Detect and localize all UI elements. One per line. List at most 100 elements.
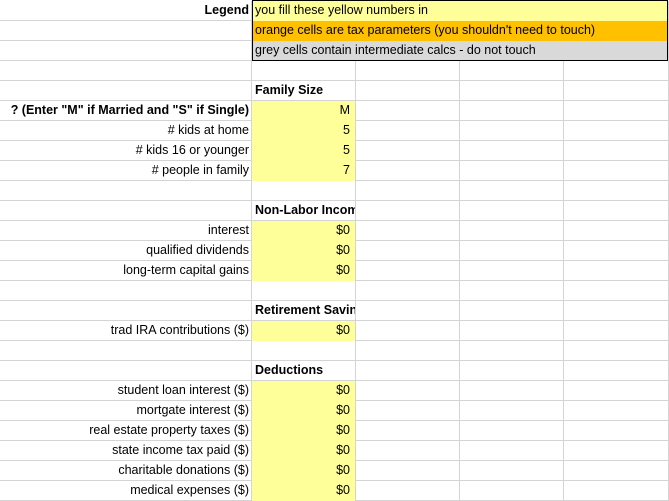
empty-cell[interactable] [460, 61, 564, 81]
interest-input[interactable]: $0 [252, 221, 356, 241]
marital-status-input[interactable]: M [252, 101, 356, 121]
empty-cell[interactable] [356, 241, 460, 261]
empty-cell[interactable] [564, 201, 669, 221]
empty-cell[interactable] [0, 341, 252, 361]
empty-cell[interactable] [564, 81, 669, 101]
deductions-heading[interactable]: Deductions [252, 361, 356, 381]
empty-cell[interactable] [0, 81, 252, 101]
empty-cell[interactable] [356, 261, 460, 281]
empty-cell[interactable] [460, 141, 564, 161]
empty-cell[interactable] [460, 361, 564, 381]
empty-cell[interactable] [564, 321, 669, 341]
empty-cell[interactable] [356, 341, 460, 361]
empty-cell[interactable] [460, 241, 564, 261]
empty-cell[interactable] [356, 201, 460, 221]
kids-16-input[interactable]: 5 [252, 141, 356, 161]
ira-contributions-label[interactable]: trad IRA contributions ($) [0, 321, 252, 341]
empty-cell[interactable] [356, 161, 460, 181]
empty-cell[interactable] [356, 461, 460, 481]
empty-cell[interactable] [356, 441, 460, 461]
empty-cell[interactable] [460, 161, 564, 181]
empty-cell[interactable] [460, 381, 564, 401]
student-loan-label[interactable]: student loan interest ($) [0, 381, 252, 401]
empty-cell[interactable] [460, 201, 564, 221]
empty-cell[interactable] [564, 241, 669, 261]
state-income-tax-label[interactable]: state income tax paid ($) [0, 441, 252, 461]
marital-status-label[interactable]: ? (Enter "M" if Married and "S" if Singl… [0, 101, 252, 121]
interest-label[interactable]: interest [0, 221, 252, 241]
empty-cell[interactable] [252, 341, 356, 361]
nonlabor-income-heading[interactable]: Non-Labor Income [252, 201, 356, 221]
empty-cell[interactable] [460, 101, 564, 121]
empty-cell[interactable] [460, 441, 564, 461]
people-in-family-label[interactable]: # people in family [0, 161, 252, 181]
empty-cell[interactable] [356, 81, 460, 101]
empty-cell[interactable] [564, 281, 669, 301]
mortgage-interest-label[interactable]: mortgate interest ($) [0, 401, 252, 421]
empty-cell[interactable] [564, 61, 669, 81]
property-taxes-input[interactable]: $0 [252, 421, 356, 441]
empty-cell[interactable] [0, 361, 252, 381]
empty-cell[interactable] [460, 181, 564, 201]
empty-cell[interactable] [460, 401, 564, 421]
ira-contributions-input[interactable]: $0 [252, 321, 356, 341]
empty-cell[interactable] [564, 261, 669, 281]
qualified-dividends-label[interactable]: qualified dividends [0, 241, 252, 261]
empty-cell[interactable] [252, 61, 356, 81]
empty-cell[interactable] [252, 281, 356, 301]
empty-cell[interactable] [356, 61, 460, 81]
empty-cell[interactable] [564, 101, 669, 121]
empty-cell[interactable] [356, 121, 460, 141]
retirement-savings-heading[interactable]: Retirement Savings [252, 301, 356, 321]
empty-cell[interactable] [564, 141, 669, 161]
empty-cell[interactable] [356, 401, 460, 421]
capital-gains-input[interactable]: $0 [252, 261, 356, 281]
empty-cell[interactable] [356, 181, 460, 201]
empty-cell[interactable] [356, 361, 460, 381]
empty-cell[interactable] [564, 181, 669, 201]
empty-cell[interactable] [564, 401, 669, 421]
empty-cell[interactable] [564, 461, 669, 481]
empty-cell[interactable] [460, 321, 564, 341]
state-income-tax-input[interactable]: $0 [252, 441, 356, 461]
empty-cell[interactable] [356, 221, 460, 241]
empty-cell[interactable] [0, 41, 252, 61]
empty-cell[interactable] [356, 481, 460, 501]
empty-cell[interactable] [356, 381, 460, 401]
empty-cell[interactable] [252, 181, 356, 201]
empty-cell[interactable] [356, 141, 460, 161]
empty-cell[interactable] [460, 341, 564, 361]
property-taxes-label[interactable]: real estate property taxes ($) [0, 421, 252, 441]
empty-cell[interactable] [564, 441, 669, 461]
empty-cell[interactable] [356, 421, 460, 441]
empty-cell[interactable] [564, 341, 669, 361]
charitable-donations-input[interactable]: $0 [252, 461, 356, 481]
empty-cell[interactable] [0, 281, 252, 301]
empty-cell[interactable] [460, 81, 564, 101]
legend-orange-cell[interactable]: orange cells are tax parameters (you sho… [252, 21, 669, 41]
kids-16-label[interactable]: # kids 16 or younger [0, 141, 252, 161]
empty-cell[interactable] [356, 321, 460, 341]
legend-grey-cell[interactable]: grey cells contain intermediate calcs - … [252, 41, 669, 61]
medical-expenses-label[interactable]: medical expenses ($) [0, 481, 252, 501]
empty-cell[interactable] [564, 221, 669, 241]
empty-cell[interactable] [0, 21, 252, 41]
empty-cell[interactable] [460, 281, 564, 301]
empty-cell[interactable] [0, 301, 252, 321]
capital-gains-label[interactable]: long-term capital gains [0, 261, 252, 281]
empty-cell[interactable] [460, 461, 564, 481]
empty-cell[interactable] [564, 421, 669, 441]
people-in-family-input[interactable]: 7 [252, 161, 356, 181]
empty-cell[interactable] [356, 301, 460, 321]
legend-label[interactable]: Legend [0, 1, 252, 21]
empty-cell[interactable] [0, 201, 252, 221]
empty-cell[interactable] [356, 101, 460, 121]
empty-cell[interactable] [564, 361, 669, 381]
empty-cell[interactable] [564, 161, 669, 181]
empty-cell[interactable] [460, 221, 564, 241]
empty-cell[interactable] [356, 281, 460, 301]
empty-cell[interactable] [460, 121, 564, 141]
family-size-heading[interactable]: Family Size [252, 81, 356, 101]
empty-cell[interactable] [460, 421, 564, 441]
empty-cell[interactable] [564, 381, 669, 401]
